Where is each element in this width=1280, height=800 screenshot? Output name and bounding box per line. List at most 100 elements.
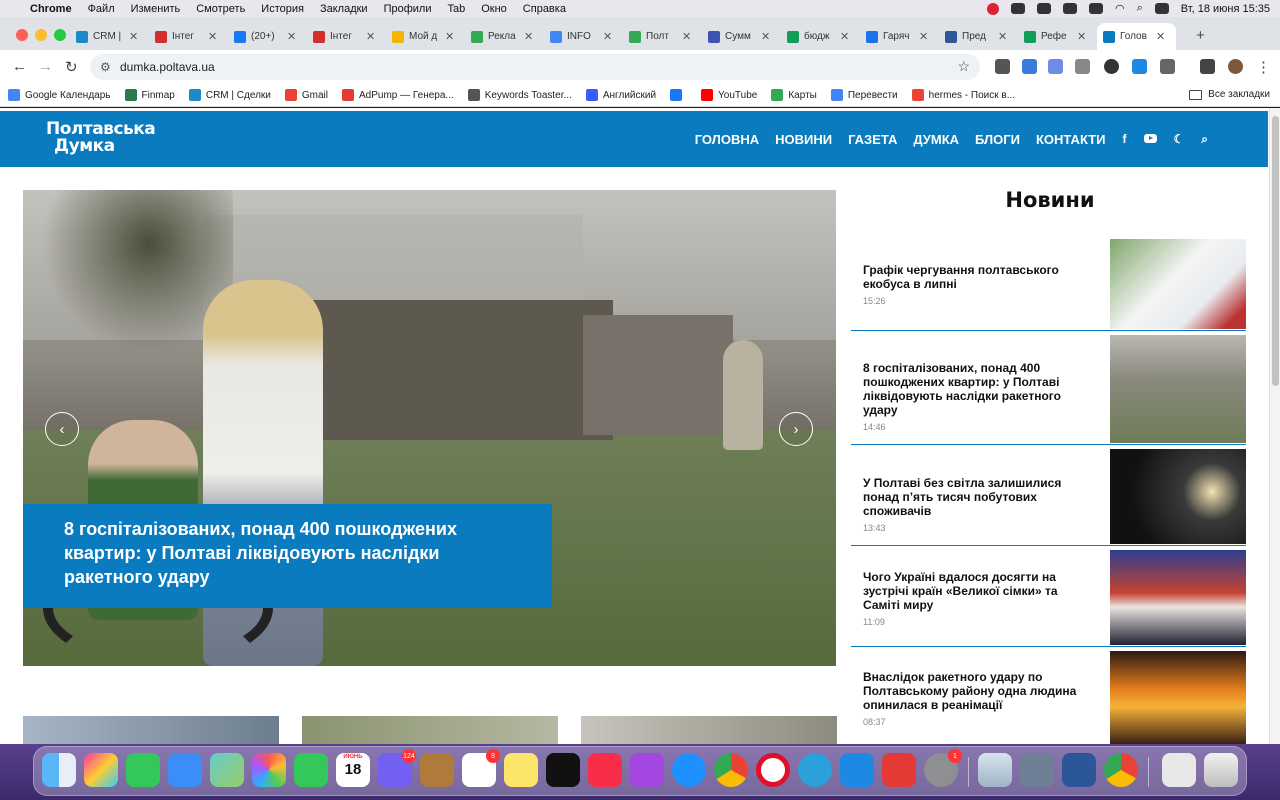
nav-blogs[interactable]: БЛОГИ [975, 132, 1020, 147]
search-icon[interactable]: ⌕ [1201, 132, 1208, 147]
safari-icon[interactable] [672, 753, 706, 787]
preview-window-icon[interactable] [978, 753, 1012, 787]
contacts-icon[interactable] [420, 753, 454, 787]
control-center-icon[interactable] [1154, 3, 1169, 14]
close-tab-icon[interactable]: ✕ [208, 30, 217, 43]
site-info-icon[interactable]: ⚙ [100, 60, 111, 74]
youtube-icon[interactable] [1143, 132, 1157, 146]
nav-contacts[interactable]: КОНТАКТИ [1036, 132, 1106, 147]
reload-icon[interactable]: ↻ [65, 58, 78, 76]
bookmark-star-icon[interactable]: ☆ [957, 58, 970, 75]
news-list-item[interactable]: Чого Україні вдалося досягти на зустрічі… [851, 550, 1246, 647]
nav-newspaper[interactable]: ГАЗЕТА [848, 132, 897, 147]
extension-icon[interactable] [1104, 59, 1119, 74]
news-item-thumbnail[interactable] [1110, 239, 1246, 329]
podcasts-icon[interactable] [630, 753, 664, 787]
url-text[interactable]: dumka.poltava.ua [120, 60, 215, 74]
hero-caption[interactable]: 8 госпіталізованих, понад 400 пошкоджени… [23, 504, 552, 608]
wifi-icon[interactable]: ◠ [1115, 2, 1125, 15]
news-list-item[interactable]: 8 госпіталізованих, понад 400 пошкоджени… [851, 335, 1246, 445]
zoom-window-button[interactable] [54, 29, 66, 41]
extension-icon[interactable] [1022, 59, 1037, 74]
documents-stack-icon[interactable] [1162, 753, 1196, 787]
music-icon[interactable] [588, 753, 622, 787]
menu-item[interactable]: Справка [523, 3, 566, 15]
article-thumbnail[interactable] [581, 716, 837, 744]
menu-item[interactable]: Файл [88, 3, 115, 15]
browser-tab[interactable]: Гаряч ✕ [860, 23, 939, 50]
scrollbar-thumb[interactable] [1272, 116, 1279, 386]
news-item-title[interactable]: У Полтаві без світла залишилися понад п’… [863, 476, 1095, 518]
browser-tab[interactable]: бюдж ✕ [781, 23, 860, 50]
download-extension-icon[interactable] [1132, 59, 1147, 74]
news-item-title[interactable]: Чого Україні вдалося досягти на зустрічі… [863, 570, 1095, 612]
menu-item[interactable]: Окно [481, 3, 507, 15]
search-icon[interactable]: ⌕ [1137, 2, 1143, 15]
dark-mode-icon[interactable]: ☾ [1174, 132, 1185, 146]
opera-icon[interactable] [756, 753, 790, 787]
browser-tab[interactable]: CRM | ✕ [70, 23, 149, 50]
slider-prev-button[interactable]: ‹ [45, 412, 79, 446]
messages-icon[interactable] [126, 753, 160, 787]
browser-tab[interactable]: Мой д ✕ [386, 23, 465, 50]
hero-slider[interactable]: ‹ › 8 госпіталізованих, понад 400 пошкод… [23, 190, 836, 666]
browser-tab[interactable]: Пред ✕ [939, 23, 1018, 50]
menu-app-name[interactable]: Chrome [30, 3, 72, 15]
browser-tab[interactable]: Голов ✕ [1097, 23, 1176, 50]
close-tab-icon[interactable]: ✕ [366, 30, 375, 43]
close-tab-icon[interactable]: ✕ [1077, 30, 1086, 43]
system-settings-icon[interactable]: 1 [924, 749, 962, 787]
app-store-icon[interactable] [840, 753, 874, 787]
facetime-icon[interactable] [294, 753, 328, 787]
bookmark-item[interactable]: YouTube [701, 89, 757, 101]
extension-icon[interactable] [1048, 59, 1063, 74]
close-tab-icon[interactable]: ✕ [287, 30, 296, 43]
menu-item[interactable]: Закладки [320, 3, 368, 15]
bookmark-item[interactable]: CRM | Сделки [188, 89, 271, 101]
extension-icon[interactable] [995, 59, 1010, 74]
news-item-thumbnail[interactable] [1110, 550, 1246, 645]
bookmark-item[interactable]: Перевести [830, 89, 898, 101]
close-tab-icon[interactable]: ✕ [129, 30, 138, 43]
chrome-icon[interactable] [714, 753, 748, 787]
article-thumbnail[interactable] [302, 716, 558, 744]
menu-item[interactable]: Изменить [131, 3, 181, 15]
menu-item[interactable]: Tab [447, 3, 465, 15]
launchpad-icon[interactable] [84, 753, 118, 787]
news-item-thumbnail[interactable] [1110, 449, 1246, 544]
page-scrollbar[interactable] [1269, 108, 1280, 744]
bookmark-item[interactable]: Google Календарь [8, 89, 111, 101]
bookmark-item[interactable]: Английский [585, 89, 656, 101]
site-logo[interactable]: Полтавська Думка [46, 121, 156, 155]
word-icon[interactable] [1062, 753, 1096, 787]
browser-tab[interactable]: Інтег ✕ [149, 23, 228, 50]
extension-icon[interactable] [1075, 59, 1090, 74]
close-tab-icon[interactable]: ✕ [998, 30, 1007, 43]
calendar-icon[interactable]: ИЮНЬ 18 [336, 753, 370, 787]
facebook-icon[interactable]: f [1123, 132, 1127, 146]
chrome-window-icon[interactable] [1104, 753, 1138, 787]
news-item-title[interactable]: Внаслідок ракетного удару по Полтавськом… [863, 670, 1095, 712]
close-tab-icon[interactable]: ✕ [1156, 30, 1165, 43]
news-list-item[interactable]: Внаслідок ракетного удару по Полтавськом… [851, 651, 1246, 744]
menu-item[interactable]: История [261, 3, 304, 15]
close-tab-icon[interactable]: ✕ [682, 30, 691, 43]
extensions-puzzle-icon[interactable] [1160, 59, 1175, 74]
bookmark-item[interactable]: AdPump — Генера... [342, 89, 454, 101]
bookmark-item[interactable]: Gmail [284, 89, 328, 101]
browser-tab[interactable]: Інтег ✕ [307, 23, 386, 50]
slider-next-button[interactable]: › [779, 412, 813, 446]
close-tab-icon[interactable]: ✕ [445, 30, 454, 43]
article-thumbnail[interactable] [23, 716, 279, 744]
telegram-icon[interactable] [798, 753, 832, 787]
browser-tab[interactable]: INFO ✕ [544, 23, 623, 50]
bookmark-item[interactable] [670, 89, 687, 101]
reminders-icon[interactable]: 8 [462, 749, 500, 787]
browser-tab[interactable]: Сумм ✕ [702, 23, 781, 50]
close-tab-icon[interactable]: ✕ [919, 30, 928, 43]
browser-tab[interactable]: (20+) ✕ [228, 23, 307, 50]
close-tab-icon[interactable]: ✕ [524, 30, 533, 43]
bookmark-item[interactable]: hermes - Поиск в... [911, 89, 1015, 101]
nav-opinion[interactable]: ДУМКА [913, 132, 959, 147]
close-tab-icon[interactable]: ✕ [603, 30, 612, 43]
